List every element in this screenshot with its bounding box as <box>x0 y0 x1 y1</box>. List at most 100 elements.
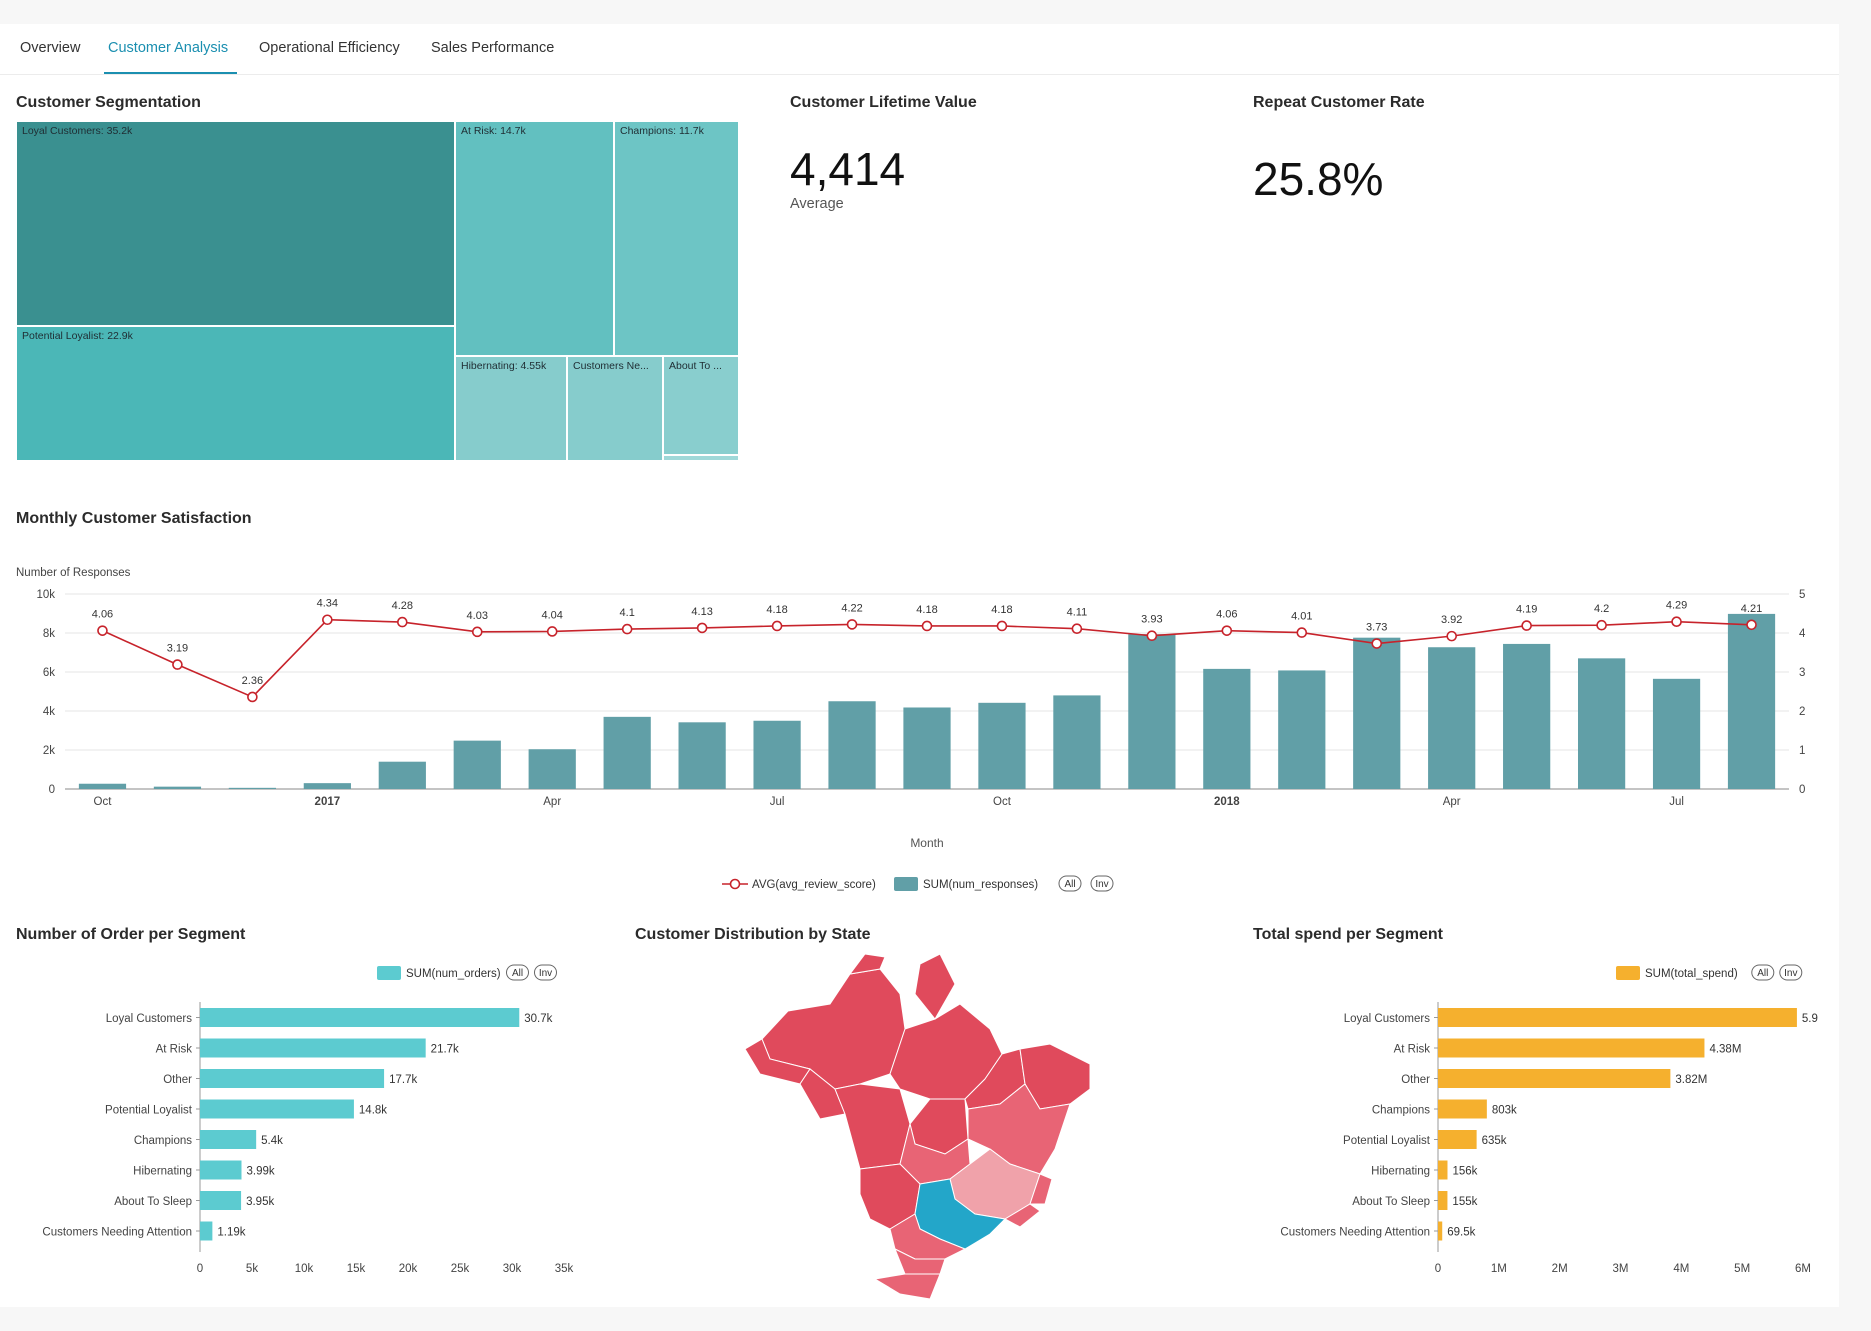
treemap-cell-hibernating[interactable]: Hibernating: 4.55k <box>455 356 567 461</box>
bar-2018-03 <box>1353 637 1401 789</box>
review-score-label: 4.21 <box>1741 603 1762 615</box>
bar-potential-loyalist <box>200 1099 354 1119</box>
data-label: 1.19k <box>217 1227 245 1239</box>
category-label: At Risk <box>156 1044 193 1056</box>
treemap-cell-at-risk[interactable]: At Risk: 14.7k <box>455 121 614 356</box>
bar-2017-04 <box>528 749 576 789</box>
tab-operational-efficiency[interactable]: Operational Efficiency <box>259 40 400 56</box>
review-score-label: 4.18 <box>766 604 787 616</box>
data-label: 803k <box>1492 1105 1517 1117</box>
state-amapa[interactable] <box>914 953 956 1020</box>
x-tick-label: 2M <box>1552 1263 1568 1275</box>
bar-hibernating <box>1438 1160 1448 1180</box>
treemap-cell-other[interactable] <box>663 455 739 461</box>
spend-segment-chart: SUM(total_spend) All Inv Loyal Customers 5.9… <box>1280 964 1818 1275</box>
bar-2017-03 <box>453 740 501 789</box>
x-tick-label: Jul <box>1669 796 1684 808</box>
y-tick-label: 0 <box>49 784 55 796</box>
legend-all-toggle[interactable]: All <box>512 968 523 979</box>
state-rio-grande-do-sul[interactable] <box>873 1273 941 1299</box>
bar-2017-09 <box>903 707 951 789</box>
bar-loyal-customers <box>200 1008 520 1027</box>
review-score-point <box>846 619 858 630</box>
clv-subtitle: Average <box>790 196 844 212</box>
review-score-point <box>1221 625 1233 636</box>
review-score-point <box>1146 630 1158 642</box>
data-label: 3.99k <box>246 1166 274 1178</box>
review-score-label: 4.22 <box>841 602 862 614</box>
legend-inv-toggle[interactable]: Inv <box>1095 879 1108 890</box>
review-score-label: 4.19 <box>1516 604 1537 616</box>
orders-segment-title: Number of Order per Segment <box>16 926 246 943</box>
legend-inv-toggle[interactable]: Inv <box>539 968 552 979</box>
bar-2018-01 <box>1203 668 1251 789</box>
bar-2017-01 <box>303 783 351 789</box>
x-tick-label: Apr <box>1443 796 1461 808</box>
y2-tick-label: 4 <box>1799 628 1806 640</box>
legend-line-label: AVG(avg_review_score) <box>752 879 876 891</box>
tab-customer-analysis[interactable]: Customer Analysis <box>108 40 228 56</box>
treemap-cell-customers-needing-attention[interactable]: Customers Ne... <box>567 356 663 461</box>
x-tick-label: 0 <box>1435 1263 1441 1275</box>
legend-all-toggle[interactable]: All <box>1757 968 1768 979</box>
x-tick-label: 30k <box>503 1263 522 1275</box>
x-tick-label: Apr <box>543 796 561 808</box>
review-score-label: 4.29 <box>1666 600 1687 612</box>
bar-2018-07 <box>1652 678 1701 789</box>
dashboard-panel: Overview Customer Analysis Operational E… <box>0 24 1839 1307</box>
legend-label: SUM(total_spend) <box>1645 968 1738 980</box>
bar-2018-05 <box>1503 643 1551 789</box>
category-label: Other <box>163 1074 192 1086</box>
x-tick-label: Oct <box>993 796 1012 808</box>
data-label: 69.5k <box>1447 1227 1475 1239</box>
treemap-cell-potential-loyalist[interactable]: Potential Loyalist: 22.9k <box>16 326 455 461</box>
data-label: 5.4k <box>261 1135 283 1147</box>
review-score-point <box>97 625 108 636</box>
category-label: Other <box>1401 1074 1430 1086</box>
x-tick-label: 4M <box>1673 1263 1689 1275</box>
review-score-point <box>1446 630 1457 642</box>
category-label: At Risk <box>1394 1044 1431 1056</box>
tab-sales-performance[interactable]: Sales Performance <box>431 40 554 56</box>
legend-inv-toggle[interactable]: Inv <box>1784 968 1797 979</box>
bar-2016-11 <box>153 786 202 789</box>
review-score-point <box>1296 627 1308 638</box>
tab-overview[interactable]: Overview <box>20 40 80 56</box>
x-tick-label: 6M <box>1795 1263 1811 1275</box>
brazil-state-map <box>744 953 1091 1299</box>
y2-tick-label: 5 <box>1799 589 1805 601</box>
y2-tick-label: 1 <box>1799 745 1805 757</box>
data-label: 4.38M <box>1709 1044 1741 1056</box>
data-label: 156k <box>1452 1166 1477 1178</box>
x-tick-label: 1M <box>1491 1263 1507 1275</box>
review-score-label: 4.18 <box>916 604 937 616</box>
bar-other <box>1438 1069 1671 1088</box>
category-label: Potential Loyalist <box>1343 1135 1431 1147</box>
review-score-point <box>771 620 783 632</box>
treemap-cell-about-to-sleep[interactable]: About To ... <box>663 356 739 455</box>
data-label: 3.95k <box>246 1196 274 1208</box>
review-score-label: 4.1 <box>620 607 635 619</box>
y-tick-label: 6k <box>43 667 55 679</box>
category-label: Potential Loyalist <box>105 1105 193 1117</box>
bar-champions <box>1438 1099 1487 1119</box>
legend-swatch <box>377 966 401 980</box>
data-label: 30.7k <box>524 1013 552 1025</box>
review-score-point <box>546 626 558 637</box>
legend-all-toggle[interactable]: All <box>1064 879 1075 890</box>
legend-line-marker <box>729 878 741 890</box>
review-score-label: 3.93 <box>1141 614 1162 626</box>
spend-segment-title: Total spend per Segment <box>1253 926 1443 943</box>
data-label: 21.7k <box>431 1044 459 1056</box>
repeat-rate-title: Repeat Customer Rate <box>1253 94 1425 111</box>
data-label: 155k <box>1452 1196 1477 1208</box>
state-mato-grosso[interactable] <box>834 1083 911 1170</box>
x-tick-label: Jul <box>770 796 785 808</box>
treemap-cell-champions[interactable]: Champions: 11.7k <box>614 121 739 356</box>
review-score-label: 3.19 <box>167 643 188 655</box>
bar-2017-08 <box>828 701 876 789</box>
treemap-cell-loyal-customers[interactable]: Loyal Customers: 35.2k <box>16 121 455 326</box>
review-score-point <box>1746 619 1757 631</box>
review-score-point <box>921 620 933 632</box>
review-score-label: 4.03 <box>467 610 488 622</box>
